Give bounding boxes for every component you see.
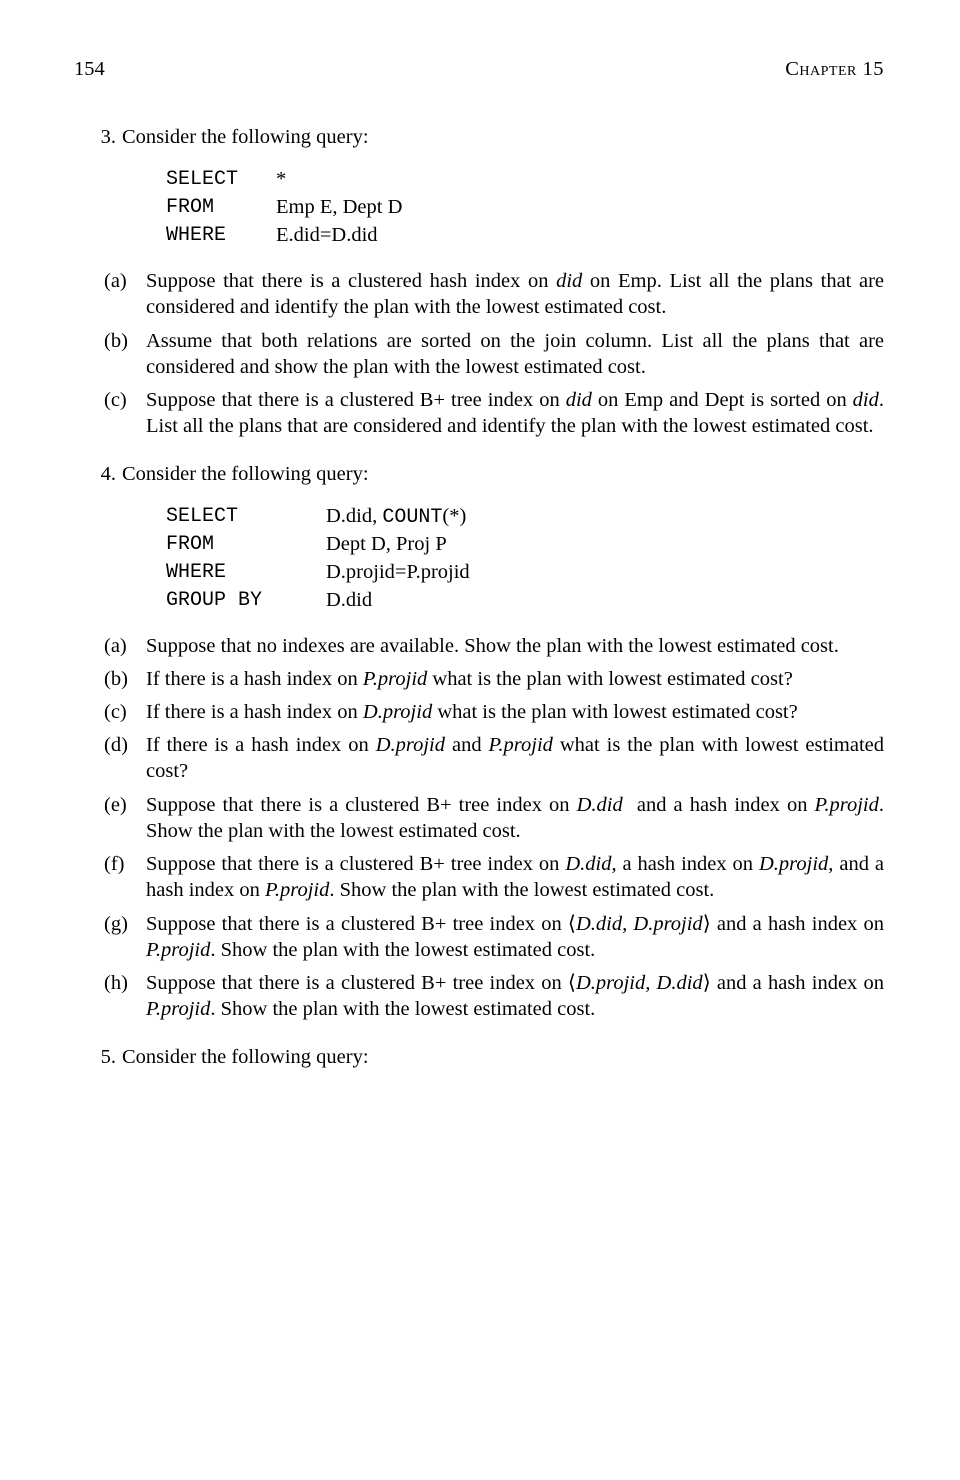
chapter-label: Chapter 15 [785,56,884,82]
subitem-text: If there is a hash index on D.projid wha… [146,699,884,725]
question-lead: Consider the following query: [122,124,884,150]
subitem-label: (b) [104,666,146,692]
question-lead: Consider the following query: [122,461,884,487]
subitem-text: Suppose that there is a clustered B+ tre… [146,911,884,963]
sql-keyword-select: SELECT [166,166,276,194]
subitem: (a) Suppose that no indexes are availabl… [74,633,884,659]
subitem-label: (e) [104,792,146,844]
sql-keyword-where: WHERE [166,222,276,250]
query-row: GROUP BY D.did [166,587,884,615]
sql-query-block: SELECT * FROM Emp E, Dept D WHERE E.did=… [166,166,884,250]
sql-value: D.did [326,587,884,615]
sql-value: D.did, COUNT(*) [326,503,884,531]
subitem-text: Suppose that there is a clustered hash i… [146,268,884,320]
subitem: (b) Assume that both relations are sorte… [74,328,884,380]
subitem: (b) If there is a hash index on P.projid… [74,666,884,692]
subitem-text: If there is a hash index on D.projid and… [146,732,884,784]
sql-keyword-from: FROM [166,194,276,222]
sql-value: Emp E, Dept D [276,194,884,222]
subitem: (g) Suppose that there is a clustered B+… [74,911,884,963]
question-5: 5. Consider the following query: [74,1044,884,1070]
sql-value: E.did=D.did [276,222,884,250]
subitem: (c) If there is a hash index on D.projid… [74,699,884,725]
sql-value: Dept D, Proj P [326,531,884,559]
subitem: (d) If there is a hash index on D.projid… [74,732,884,784]
query-row: WHERE D.projid=P.projid [166,559,884,587]
subitem-label: (g) [104,911,146,963]
subitem-label: (a) [104,268,146,320]
subitem-text: Suppose that there is a clustered B+ tre… [146,387,884,439]
subitem: (f) Suppose that there is a clustered B+… [74,851,884,903]
query-row: FROM Emp E, Dept D [166,194,884,222]
subitem: (e) Suppose that there is a clustered B+… [74,792,884,844]
question-4: 4. Consider the following query: [74,461,884,487]
subitem-label: (c) [104,387,146,439]
query-row: SELECT * [166,166,884,194]
sql-keyword-select: SELECT [166,503,326,531]
question-number: 3. [74,124,122,150]
sql-value: D.projid=P.projid [326,559,884,587]
sql-keyword-from: FROM [166,531,326,559]
subitem: (h) Suppose that there is a clustered B+… [74,970,884,1022]
subitem: (a) Suppose that there is a clustered ha… [74,268,884,320]
subitem-text: Suppose that there is a clustered B+ tre… [146,851,884,903]
subitem-label: (b) [104,328,146,380]
subitem-label: (d) [104,732,146,784]
sql-keyword-groupby: GROUP BY [166,587,326,615]
subitem-text: If there is a hash index on P.projid wha… [146,666,884,692]
question-number: 5. [74,1044,122,1070]
sql-query-block: SELECT D.did, COUNT(*) FROM Dept D, Proj… [166,503,884,615]
sql-value: * [276,166,884,194]
subitem-text: Suppose that there is a clustered B+ tre… [146,792,884,844]
subitem-label: (a) [104,633,146,659]
question-3: 3. Consider the following query: [74,124,884,150]
query-row: WHERE E.did=D.did [166,222,884,250]
subitem-label: (c) [104,699,146,725]
page-header: 154 Chapter 15 [74,56,884,82]
question-number: 4. [74,461,122,487]
query-row: SELECT D.did, COUNT(*) [166,503,884,531]
subitem-label: (h) [104,970,146,1022]
subitem-text: Suppose that no indexes are available. S… [146,633,884,659]
query-row: FROM Dept D, Proj P [166,531,884,559]
subitem: (c) Suppose that there is a clustered B+… [74,387,884,439]
page-number: 154 [74,56,105,82]
subitem-text: Suppose that there is a clustered B+ tre… [146,970,884,1022]
subitem-label: (f) [104,851,146,903]
sql-keyword-where: WHERE [166,559,326,587]
question-lead: Consider the following query: [122,1044,884,1070]
subitem-text: Assume that both relations are sorted on… [146,328,884,380]
